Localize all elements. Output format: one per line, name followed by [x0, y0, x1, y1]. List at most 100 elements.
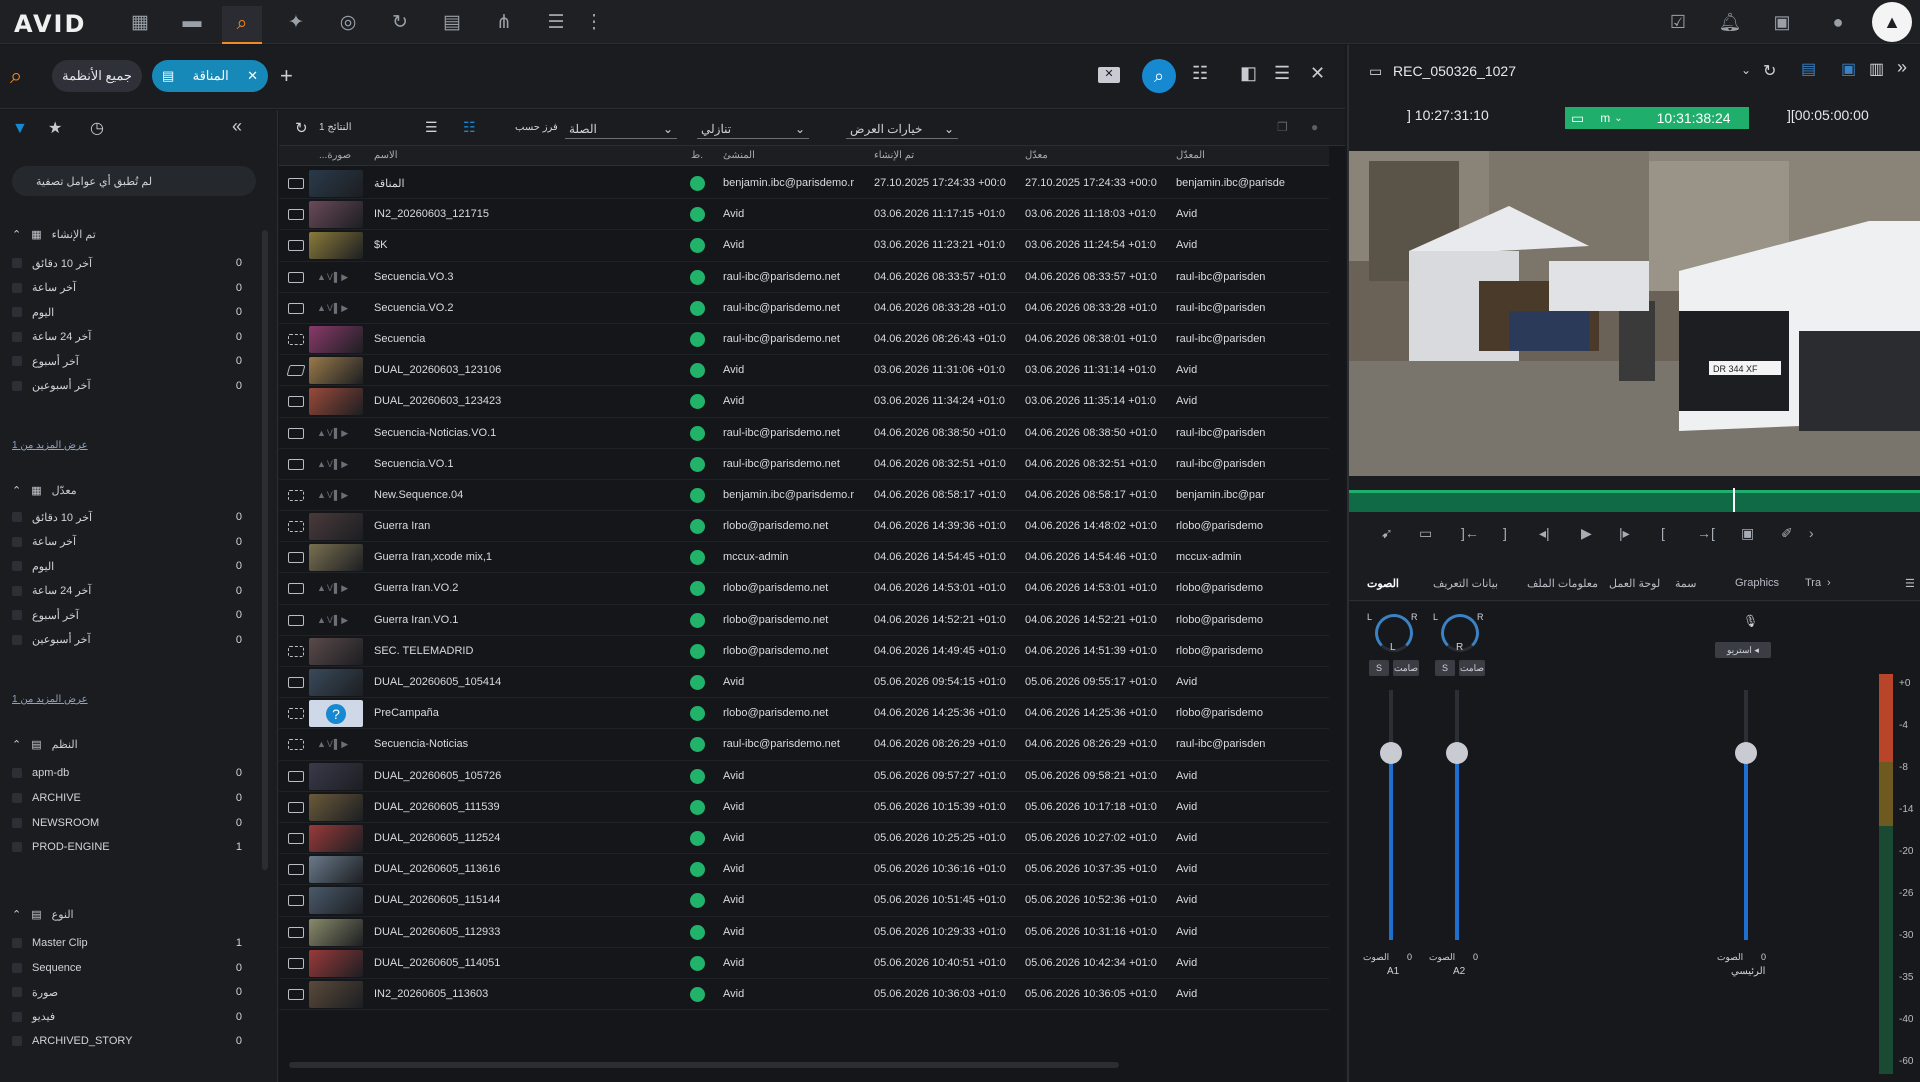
modified-section[interactable]: ⌃ ▦ معدّل	[12, 484, 77, 497]
sync-icon[interactable]: ↻	[1763, 61, 1776, 81]
checkbox[interactable]	[12, 356, 22, 366]
checkbox[interactable]	[12, 768, 22, 778]
mute-button-a1[interactable]: صامت	[1393, 660, 1419, 676]
checkbox[interactable]	[12, 634, 22, 645]
filter-modified-item[interactable]: آخر 24 ساعة 0	[12, 580, 242, 602]
table-row[interactable]: $K Avid 03.06.2026 11:23:21 +01:0 03.06.202…	[279, 230, 1329, 262]
checkbox[interactable]	[12, 331, 22, 342]
table-row[interactable]: DUAL_20260605_113616 Avid 05.06.2026 10:36…	[279, 854, 1329, 886]
mark-in-icon[interactable]: [	[1661, 525, 1665, 541]
checkbox[interactable]	[12, 307, 22, 317]
sort-field-select[interactable]: الصلة ⌄	[565, 119, 677, 139]
frame-icon[interactable]: ▭	[1419, 525, 1432, 542]
list-icon[interactable]: ☰	[536, 6, 576, 38]
expand-icon[interactable]: »	[1897, 57, 1907, 78]
tab-audio[interactable]: الصوت	[1367, 577, 1399, 590]
filter-created-item[interactable]: آخر أسبوع 0	[12, 350, 242, 372]
folder-icon[interactable]: ▬	[172, 6, 212, 38]
close-panel-icon[interactable]: ✕	[1310, 63, 1325, 84]
chevron-right-icon[interactable]: ›	[1809, 525, 1814, 541]
avatar[interactable]: ▲	[1872, 2, 1912, 42]
table-row[interactable]: المناقة benjamin.ibc@parisdemo.r 27.10.202…	[279, 168, 1329, 200]
fullscreen-icon[interactable]: ▣	[1741, 525, 1754, 542]
solo-button-a1[interactable]: S	[1369, 660, 1389, 676]
horizontal-scrollbar[interactable]	[289, 1062, 1119, 1068]
filter-type-item[interactable]: Master Clip 1	[12, 932, 242, 954]
table-row[interactable]: ▲V▌▶ New.Sequence.04 benjamin.ibc@parisdem…	[279, 480, 1329, 512]
col-modifier[interactable]: المعدّل	[1176, 150, 1205, 161]
filter-modified-item[interactable]: آخر 10 دقائق 0	[12, 506, 242, 528]
clip-title[interactable]: REC_050326_1027	[1393, 63, 1516, 79]
step-back-icon[interactable]: ◂|	[1539, 525, 1550, 542]
filter-type-item[interactable]: Sequence 0	[12, 957, 242, 979]
filter-type-item[interactable]: فيديو 0	[12, 1006, 242, 1028]
info-icon[interactable]: ●	[1311, 120, 1318, 134]
tab-tra[interactable]: Tra	[1805, 577, 1821, 589]
pin-icon[interactable]: ✦	[276, 6, 316, 38]
col-name[interactable]: الاسم	[374, 150, 398, 161]
search-icon[interactable]: ⌕	[222, 6, 262, 44]
search-icon[interactable]: ⌕	[10, 63, 22, 89]
tab-file-info[interactable]: معلومات الملف	[1527, 577, 1598, 590]
order-select[interactable]: تنازلي ⌄	[697, 119, 809, 139]
close-icon[interactable]: ✕	[247, 68, 258, 84]
checkbox[interactable]	[12, 561, 22, 571]
star-icon[interactable]: ★	[48, 118, 62, 138]
col-status[interactable]: ط.	[691, 150, 703, 161]
menu-icon[interactable]: ☰	[1274, 63, 1290, 84]
table-row[interactable]: DUAL_20260603_123106 Avid 03.06.2026 11:31…	[279, 355, 1329, 387]
table-row[interactable]: ▲V▌▶ Secuencia.VO.2 raul-ibc@parisdemo.net…	[279, 293, 1329, 324]
filter-type-item[interactable]: ARCHIVED_STORY 0	[12, 1030, 242, 1052]
add-tab-button[interactable]: +	[280, 63, 293, 89]
table-row[interactable]: IN2_20260605_113603 Avid 05.06.2026 10:36:…	[279, 979, 1329, 1011]
tab-graphics[interactable]: Graphics	[1735, 577, 1779, 589]
checkbox[interactable]	[12, 282, 22, 293]
view-options-select[interactable]: خيارات العرض ⌄	[846, 119, 958, 139]
refresh-icon[interactable]: ↻	[380, 6, 420, 38]
search-submit-button[interactable]: ⌕	[1142, 59, 1176, 93]
clock-icon[interactable]: ◷	[90, 118, 104, 138]
checkbox[interactable]	[12, 938, 22, 948]
filter-system-item[interactable]: apm-db 0	[12, 762, 242, 784]
share-icon[interactable]: ⋔	[484, 6, 524, 38]
playhead[interactable]	[1733, 488, 1735, 512]
checkbox[interactable]	[12, 987, 22, 997]
table-row[interactable]: DUAL_20260605_112933 Avid 05.06.2026 10:29…	[279, 917, 1329, 948]
col-creator[interactable]: المنشئ	[723, 150, 755, 161]
table-row[interactable]: ▲V▌▶ Secuencia.VO.1 raul-ibc@parisdemo.net…	[279, 449, 1329, 480]
table-row[interactable]: DUAL_20260605_111539 Avid 05.06.2026 10:15…	[279, 792, 1329, 823]
fader-knob-a2[interactable]	[1446, 741, 1468, 764]
detail-view-icon[interactable]: ☷	[463, 119, 476, 136]
filter-modified-item[interactable]: آخر ساعة 0	[12, 531, 242, 553]
col-frames[interactable]: ...صورة	[319, 150, 351, 161]
filter-created-item[interactable]: آخر 24 ساعة 0	[12, 326, 242, 348]
table-row[interactable]: DUAL_20260605_112524 Avid 05.06.2026 10:25…	[279, 823, 1329, 855]
fader-knob-master[interactable]	[1735, 741, 1757, 764]
checkbox[interactable]	[12, 962, 22, 973]
checkbox[interactable]	[12, 842, 22, 853]
timecode-display[interactable]: ▭ m ⌄ 10:31:38:24	[1565, 107, 1749, 129]
filter-created-item[interactable]: اليوم 0	[12, 301, 242, 323]
checklist-icon[interactable]: ☷	[1192, 63, 1208, 84]
filter-created-item[interactable]: آخر 10 دقائق 0	[12, 252, 242, 274]
list-view-icon[interactable]: ☰	[425, 119, 438, 136]
filter-system-item[interactable]: NEWSROOM 0	[12, 812, 242, 834]
systems-section[interactable]: ⌃ ▤ النظم	[12, 738, 78, 751]
tool-icon[interactable]: ✐	[1781, 525, 1793, 542]
layout-icon[interactable]: ◧	[1240, 63, 1257, 84]
target-icon[interactable]: ◎	[328, 6, 368, 38]
table-row[interactable]: DUAL_20260605_105726 Avid 05.06.2026 09:57…	[279, 761, 1329, 792]
checkbox[interactable]	[12, 1011, 22, 1022]
table-row[interactable]: ▲V▌▶ Guerra Iran.VO.2 rlobo@parisdemo.net 0…	[279, 573, 1329, 605]
layout-icon[interactable]: ▤	[1801, 59, 1816, 79]
check-icon[interactable]: ☑	[1664, 8, 1692, 36]
table-row[interactable]: DUAL_20260605_115144 Avid 05.06.2026 10:51…	[279, 885, 1329, 917]
stereo-button[interactable]: استريو ◂	[1715, 642, 1771, 658]
created-section[interactable]: ⌃ ▦ تم الإنشاء	[12, 228, 96, 241]
fader-knob-a1[interactable]	[1380, 741, 1402, 764]
type-section[interactable]: ⌃ ▤ النوع	[12, 908, 74, 921]
solo-button-a2[interactable]: S	[1435, 660, 1455, 676]
timeline-bar[interactable]	[1349, 488, 1920, 512]
go-in-icon[interactable]: ]←	[1461, 525, 1479, 541]
filter-created-item[interactable]: آخر أسبوعين 0	[12, 375, 242, 397]
